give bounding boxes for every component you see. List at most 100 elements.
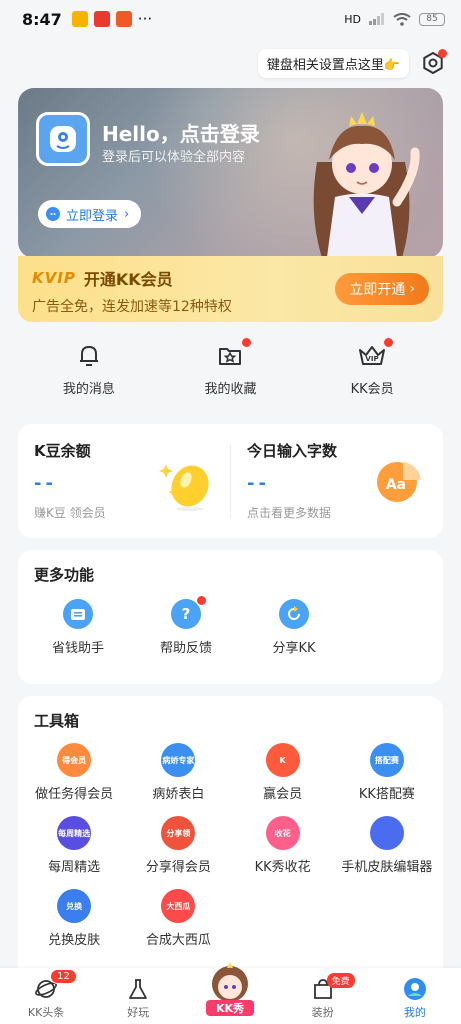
toolbox-item-icon-tag: 搭配赛	[374, 755, 399, 765]
login-button-label: 立即登录	[66, 208, 119, 224]
toolbox-item[interactable]: 大西瓜 合成大西瓜	[126, 889, 230, 948]
share-kk-item[interactable]: 分享KK	[240, 599, 348, 656]
toolbox-item-icon-tag: 得会员	[62, 755, 87, 765]
help-feedback-item[interactable]: ? 帮助反馈	[132, 596, 240, 656]
nav-label: 我的	[403, 1006, 426, 1019]
toolbox-item-icon-tag: 病娇专家	[162, 755, 195, 765]
nav-kk-show[interactable]: KK秀	[190, 962, 270, 1020]
login-title[interactable]: Hello，点击登录	[102, 118, 260, 147]
toolbox-item-icon	[369, 816, 404, 850]
more-notifications-icon: ···	[137, 10, 153, 28]
k-bean-balance[interactable]: K豆余额 -- 赚K豆 领会员	[18, 424, 230, 538]
money-saver-label: 省钱助手	[51, 641, 104, 656]
login-button[interactable]: 立即登录 ›	[38, 200, 142, 228]
kk-logo-icon	[46, 207, 60, 221]
toolbox-item-icon: 兑换	[57, 889, 92, 923]
kk-show-avatar-icon: KK秀	[206, 962, 255, 1016]
nav-dress-up[interactable]: 免费 装扮	[283, 973, 363, 1020]
quick-item-label: 我的收藏	[204, 382, 257, 397]
chevron-right-icon: ›	[409, 281, 415, 297]
toolbox-item-icon: 搭配赛	[369, 743, 404, 777]
toolbox-item[interactable]: K 赢会员	[231, 743, 335, 802]
quick-actions: 我的消息 我的收藏 VIP KK会员	[18, 338, 443, 410]
text-stats-icon: Aa	[377, 462, 421, 502]
notification-news-icon	[93, 11, 110, 27]
k-bean-icon	[159, 464, 209, 511]
network-label: HD	[344, 12, 361, 26]
toolbox-item-label: 手机皮肤编辑器	[341, 860, 433, 875]
kk-show-label: KK秀	[216, 1001, 244, 1015]
nav-label: 好玩	[127, 1006, 150, 1019]
vip-title: 开通KK会员	[83, 270, 173, 289]
status-right: HD 85	[344, 12, 445, 26]
toolbox-item[interactable]: 每周精选 每周精选	[22, 816, 126, 875]
settings-red-dot	[438, 49, 447, 58]
quick-item-messages[interactable]: 我的消息	[44, 340, 134, 410]
quick-item-favorites[interactable]: 我的收藏	[185, 338, 275, 410]
toolbox-item-icon: 病娇专家	[161, 743, 196, 777]
toolbox-item[interactable]: 手机皮肤编辑器	[335, 816, 439, 875]
favorites-red-dot	[242, 338, 252, 347]
status-left: 8:47 ···	[22, 10, 152, 29]
toolbox-item-label: 合成大西瓜	[145, 933, 211, 948]
battery-icon: 85	[419, 12, 445, 26]
toolbox-item-label: 病娇表白	[152, 787, 205, 802]
toolbox-item[interactable]: 搭配赛 KK搭配赛	[335, 743, 439, 802]
toolbox-item-icon-tag: 收花	[274, 828, 291, 838]
toolbox-item[interactable]: 兑换 兑换皮肤	[22, 889, 126, 948]
toolbox-item-icon: 大西瓜	[161, 889, 196, 923]
settings-button[interactable]	[419, 49, 447, 77]
toolbox-item[interactable]: 收花 KK秀收花	[231, 816, 335, 875]
toolbox-item-icon-tag: K	[279, 755, 286, 765]
bell-icon	[74, 340, 104, 370]
avatar[interactable]	[36, 112, 90, 166]
signal-icon	[369, 13, 384, 25]
wifi-icon	[393, 12, 411, 26]
toolbox-item[interactable]: 病娇专家 病娇表白	[126, 743, 230, 802]
toolbox-item-icon-tag: 每周精选	[58, 828, 91, 838]
headlines-badge: 12	[50, 969, 77, 984]
help-red-dot	[197, 596, 206, 605]
toolbox-item-label: 赢会员	[263, 787, 303, 802]
toolbox-item-icon: K	[265, 743, 300, 777]
vip-open-button[interactable]: 立即开通 ›	[335, 273, 429, 305]
keyboard-settings-hint[interactable]: 键盘相关设置点这里👉	[257, 48, 409, 78]
kvip-logo: KVIP	[32, 269, 76, 287]
toolbox-item-icon: 得会员	[57, 743, 92, 777]
toolbox-item-icon: 每周精选	[57, 816, 92, 850]
nav-mine[interactable]: 我的	[375, 977, 455, 1020]
free-badge: 免费	[326, 973, 355, 988]
question-icon: ?	[171, 596, 206, 629]
quick-item-kk-vip[interactable]: VIP KK会员	[327, 338, 417, 410]
profile-icon	[403, 978, 426, 1000]
vip-icon-text: VIP	[366, 355, 379, 363]
share-kk-label: 分享KK	[272, 641, 316, 656]
today-input-count[interactable]: 今日输入字数 -- 点击看更多数据 Aa	[231, 424, 443, 538]
toolbox-card: 工具箱 得会员 做任务得会员 病娇专家 病娇表白 K 赢会员 搭配赛 KK搭配赛 每周精选 每周精…	[18, 696, 443, 996]
help-feedback-label: 帮助反馈	[159, 641, 212, 656]
flask-icon	[129, 979, 148, 999]
quick-item-label: KK会员	[350, 382, 394, 397]
toolbox-item-icon-tag: 兑换	[66, 901, 83, 911]
money-saver-icon	[63, 599, 93, 629]
share-icon	[279, 599, 309, 629]
nav-kk-headlines[interactable]: 12 KK头条	[6, 969, 86, 1020]
nav-label: KK头条	[27, 1006, 65, 1019]
notification-shop-icon	[115, 11, 132, 27]
toolbox-item-label: 分享得会员	[145, 860, 211, 875]
quick-item-label: 我的消息	[62, 382, 115, 397]
notification-app-icon	[71, 11, 88, 27]
toolbox-item-label: 兑换皮肤	[48, 933, 101, 948]
toolbox-item-label: KK秀收花	[254, 860, 311, 875]
toolbox-item[interactable]: 得会员 做任务得会员	[22, 743, 126, 802]
toolbox-item-icon-tag: 大西瓜	[166, 901, 191, 911]
nav-label: 装扮	[311, 1006, 334, 1019]
vip-promo-bar[interactable]: KVIP 开通KK会员 广告全免，连发加速等12种特权 立即开通 ›	[18, 256, 443, 322]
anime-mascot-illustration	[313, 112, 420, 258]
toolbox-item[interactable]: 分享领 分享得会员	[126, 816, 230, 875]
nav-fun[interactable]: 好玩	[98, 977, 178, 1020]
toolbox-grid: 得会员 做任务得会员 病娇专家 病娇表白 K 赢会员 搭配赛 KK搭配赛 每周精选 每周精选 分享领…	[18, 731, 443, 948]
toolbox-item-icon-tag: 分享领	[166, 828, 191, 838]
login-banner[interactable]: Hello，点击登录 登录后可以体验全部内容 立即登录 ›	[18, 88, 443, 258]
money-saver-item[interactable]: 省钱助手	[24, 599, 132, 656]
